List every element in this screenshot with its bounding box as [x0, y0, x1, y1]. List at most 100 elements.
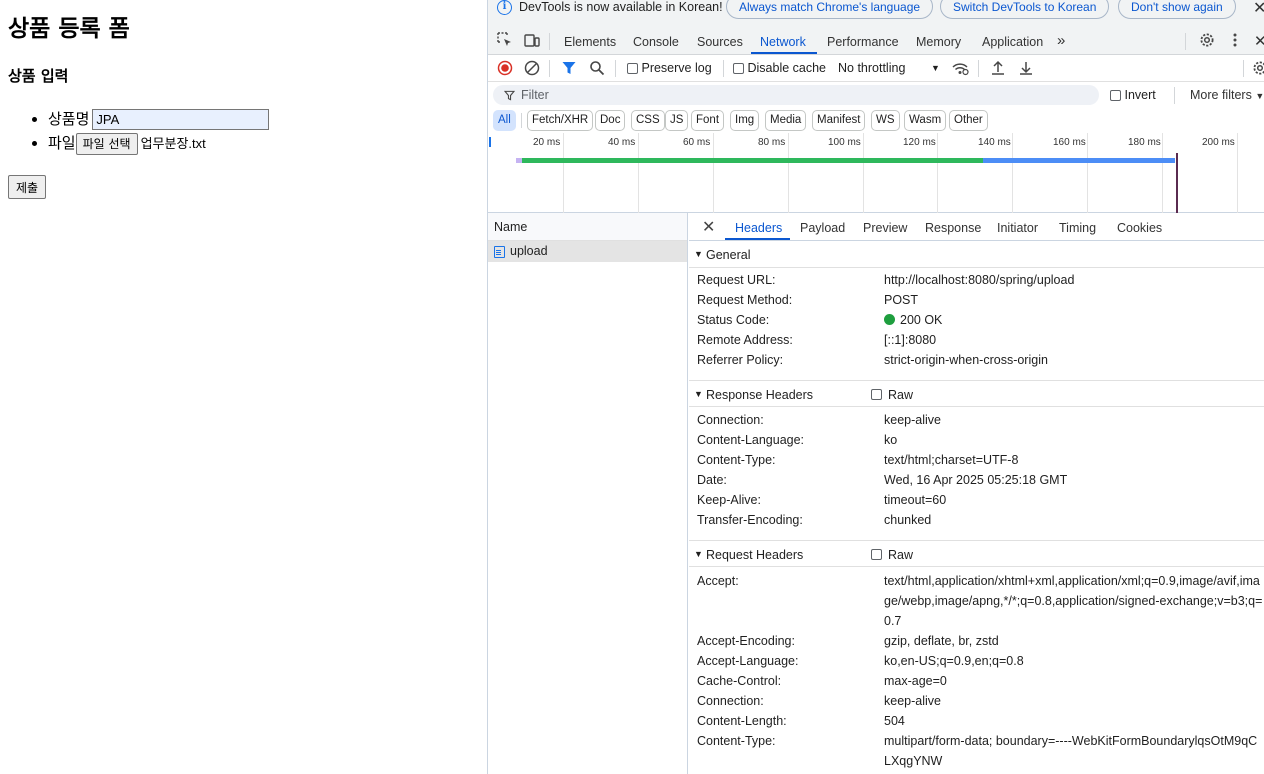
timeline-tick [863, 133, 864, 213]
export-har-icon[interactable] [1018, 60, 1034, 76]
file-label: 파일 [48, 134, 76, 152]
timeline-tick-label: 100 ms [828, 137, 861, 148]
response-headers-section-header[interactable]: ▼ Response Headers Raw [689, 380, 1264, 407]
preserve-log-checkbox[interactable] [627, 63, 638, 75]
tab-elements[interactable]: Elements [564, 35, 616, 49]
more-tabs-icon[interactable]: » [1057, 32, 1065, 49]
filter-icon [504, 90, 515, 101]
close-icon[interactable]: ✕ [1253, 0, 1264, 18]
request-row-upload[interactable]: upload [488, 241, 687, 262]
response-header-rows: Connection: keep-alive Content-Language: k… [697, 413, 1068, 527]
file-choose-button[interactable]: 파일 선택 [75, 132, 138, 155]
timeline-tick-label: 20 ms [533, 137, 561, 148]
close-devtools-icon[interactable]: ✕ [1254, 32, 1264, 50]
timeline-tick [937, 133, 938, 213]
timeline-tick-label: 200 ms [1202, 137, 1235, 148]
device-toolbar-icon[interactable] [524, 32, 540, 48]
timeline-tick [1237, 133, 1238, 213]
network-settings-gear-icon[interactable] [1252, 60, 1264, 76]
chip-doc[interactable]: Doc [595, 110, 626, 131]
chip-img[interactable]: Img [730, 110, 760, 131]
chip-manifest[interactable]: Manifest [812, 110, 866, 131]
dont-show-again-button[interactable]: Don't show again [1118, 0, 1236, 19]
match-language-button[interactable]: Always match Chrome's language [726, 0, 934, 19]
response-raw-toggle[interactable]: Raw [871, 388, 913, 402]
devtools-tabbar: Elements Console Sources Network Perform… [488, 28, 1264, 55]
timeline-tick [713, 133, 714, 213]
product-name-input[interactable] [92, 109, 270, 130]
request-header-rows: Accept: text/html,application/xhtml+xml,a… [697, 571, 1264, 774]
chip-ws[interactable]: WS [871, 110, 900, 131]
form-field-list: 상품명 파일파일 선택업무분장.txt [0, 108, 270, 156]
chip-font[interactable]: Font [691, 110, 725, 131]
chip-wasm[interactable]: Wasm [904, 110, 947, 131]
search-icon[interactable] [589, 60, 605, 76]
timeline-tick [788, 133, 789, 213]
close-detail-icon[interactable]: ✕ [702, 217, 715, 237]
tab-payload[interactable]: Payload [800, 221, 845, 235]
chip-media[interactable]: Media [765, 110, 807, 131]
resource-type-filters: All Fetch/XHR Doc CSS JS Font Img Media … [488, 109, 1264, 133]
filter-input[interactable]: Filter [493, 85, 1099, 105]
kebab-menu-icon[interactable] [1227, 32, 1243, 48]
chip-fetch-xhr[interactable]: Fetch/XHR [527, 110, 594, 131]
general-rows: Request URL: http://localhost:8080/spring… [697, 273, 1075, 367]
expand-triangle-icon: ▼ [694, 249, 703, 259]
tab-response[interactable]: Response [925, 221, 981, 235]
status-ok-icon [884, 314, 895, 325]
tab-timing[interactable]: Timing [1059, 221, 1096, 235]
switch-korean-button[interactable]: Switch DevTools to Korean [940, 0, 1110, 19]
tab-preview[interactable]: Preview [863, 221, 907, 235]
record-stop-icon[interactable] [497, 60, 513, 76]
tab-sources[interactable]: Sources [697, 35, 743, 49]
tab-headers[interactable]: Headers [735, 221, 782, 235]
name-column-header[interactable]: Name [488, 213, 687, 241]
settings-gear-icon[interactable] [1199, 32, 1215, 48]
status-code-value: 200 OK [900, 313, 943, 327]
inspect-element-icon[interactable] [497, 32, 513, 48]
tab-performance[interactable]: Performance [827, 35, 899, 49]
file-name-text: 업무분장.txt [140, 135, 206, 151]
clear-icon[interactable] [524, 60, 540, 76]
detail-tabbar: ✕ Headers Payload Preview Response Initi… [689, 213, 1264, 241]
timeline-start-handle[interactable] [489, 137, 491, 147]
invert-toggle[interactable]: Invert [1110, 88, 1156, 102]
disable-cache-toggle[interactable]: Disable cache [733, 61, 826, 75]
chip-css[interactable]: CSS [631, 110, 665, 131]
tab-cookies[interactable]: Cookies [1117, 221, 1162, 235]
section-heading: 상품 입력 [8, 67, 69, 85]
tab-memory[interactable]: Memory [916, 35, 961, 49]
request-list: Name upload [488, 213, 688, 774]
network-conditions-icon[interactable] [951, 60, 969, 76]
preserve-log-toggle[interactable]: Preserve log [627, 61, 712, 75]
general-section-header[interactable]: ▼ General [689, 241, 1264, 268]
timeline-tick-label: 160 ms [1053, 137, 1086, 148]
tab-application[interactable]: Application [982, 35, 1043, 49]
more-filters-dropdown[interactable]: More filters ▼ [1190, 88, 1264, 102]
throttling-select[interactable]: No throttling [838, 61, 905, 75]
request-raw-toggle[interactable]: Raw [871, 548, 913, 562]
invert-checkbox[interactable] [1110, 90, 1121, 102]
list-item-product-name: 상품명 [48, 108, 270, 132]
chip-all[interactable]: All [493, 110, 516, 131]
expand-triangle-icon: ▼ [694, 389, 703, 399]
timeline-tick [1087, 133, 1088, 213]
filter-funnel-icon[interactable] [561, 60, 577, 76]
timeline-overview[interactable]: 20 ms 40 ms 60 ms 80 ms 100 ms 120 ms 14… [488, 133, 1264, 213]
request-headers-section-header[interactable]: ▼ Request Headers Raw [689, 540, 1264, 567]
web-page: 상품 등록 폼 상품 입력 상품명 파일파일 선택업무분장.txt 제출 [0, 0, 487, 774]
chevron-down-icon[interactable]: ▼ [931, 63, 940, 73]
network-toolbar: Preserve log Disable cache No throttling… [488, 55, 1264, 82]
submit-button[interactable]: 제출 [8, 175, 47, 199]
tab-initiator[interactable]: Initiator [997, 221, 1038, 235]
raw-checkbox[interactable] [871, 549, 882, 560]
raw-checkbox[interactable] [871, 389, 882, 400]
chip-js[interactable]: JS [665, 110, 689, 131]
chip-other[interactable]: Other [949, 110, 988, 131]
expand-triangle-icon: ▼ [694, 549, 703, 559]
tab-network[interactable]: Network [760, 35, 806, 49]
import-har-icon[interactable] [990, 60, 1006, 76]
tab-console[interactable]: Console [633, 35, 679, 49]
disable-cache-checkbox[interactable] [733, 63, 744, 75]
timeline-tick-label: 80 ms [758, 137, 786, 148]
